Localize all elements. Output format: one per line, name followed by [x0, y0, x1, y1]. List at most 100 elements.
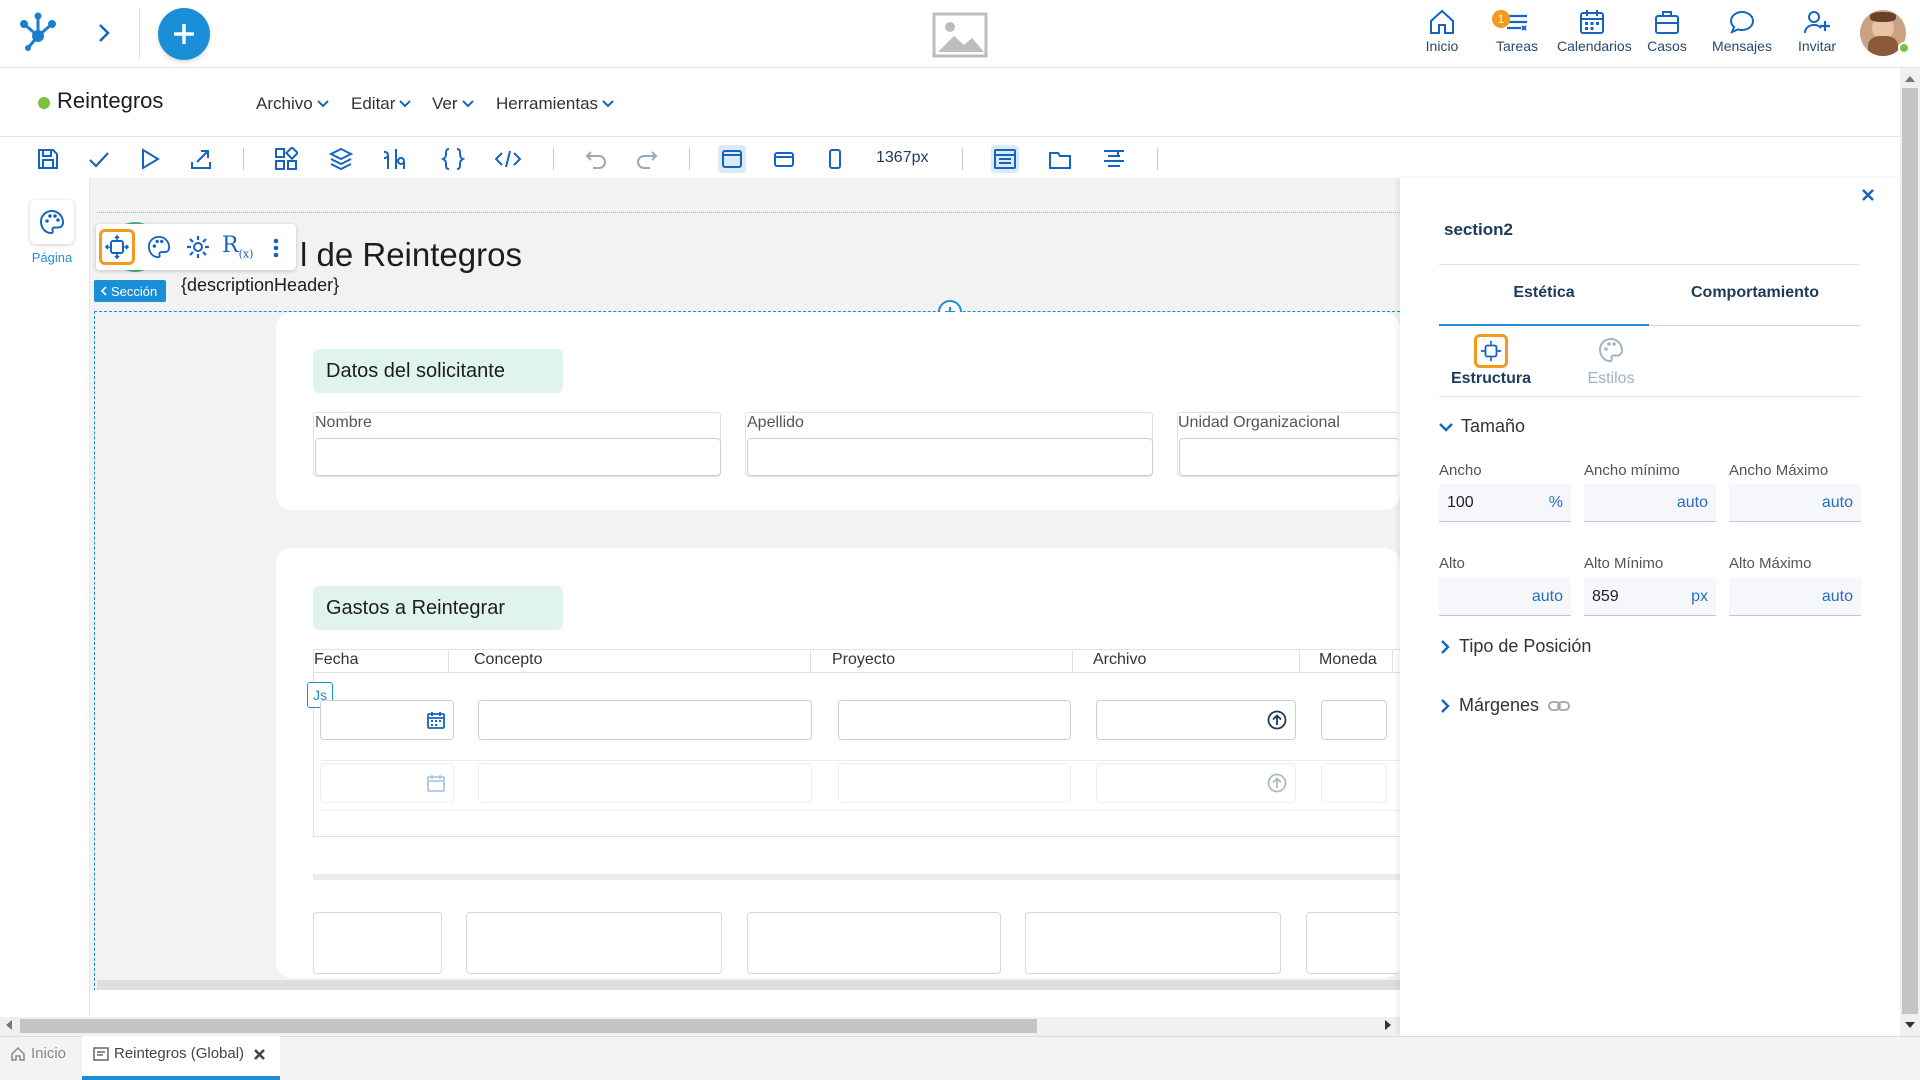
close-panel-button[interactable]: [1861, 188, 1875, 202]
size-section-toggle[interactable]: Tamaño: [1439, 416, 1525, 437]
nav-mensajes-label: Mensajes: [1712, 38, 1772, 54]
nav-casos[interactable]: Casos: [1632, 8, 1702, 54]
tablet-view-button[interactable]: [770, 145, 798, 173]
column-header-proyecto: Proyecto: [832, 651, 896, 668]
home-icon: [1430, 9, 1454, 34]
tabs-icon: [1049, 152, 1071, 169]
ancho-input[interactable]: 100%: [1439, 484, 1571, 522]
nav-tareas-label: Tareas: [1495, 38, 1539, 54]
validate-button[interactable]: [85, 145, 113, 173]
vertical-scrollbar-thumb[interactable]: [1902, 88, 1918, 1014]
section-datos-solicitante[interactable]: [276, 312, 1400, 510]
rules-button[interactable]: [439, 145, 467, 173]
nav-invitar[interactable]: Invitar: [1782, 8, 1852, 54]
structure-subtab-icon-button[interactable]: [1474, 334, 1508, 368]
controls-button[interactable]: [272, 145, 300, 173]
ancho-max-input[interactable]: auto: [1729, 484, 1861, 522]
scroll-right-arrow[interactable]: [1385, 1020, 1391, 1030]
data-button[interactable]: [382, 145, 410, 173]
menu-herramientas[interactable]: Herramientas: [496, 94, 614, 114]
menu-editar[interactable]: Editar: [351, 94, 412, 114]
save-button[interactable]: [34, 145, 62, 173]
tab-comportamiento[interactable]: Comportamiento: [1650, 284, 1860, 302]
scroll-down-arrow[interactable]: [1905, 1022, 1915, 1028]
calendar-icon[interactable]: [427, 711, 445, 729]
horizontal-scrollbar-thumb[interactable]: [20, 1019, 1037, 1033]
subtab-estilos[interactable]: Estilos: [1561, 370, 1661, 388]
desktop-view-button[interactable]: [718, 145, 746, 173]
link-icon[interactable]: [1548, 700, 1570, 712]
rules-tool-button[interactable]: R(x): [222, 233, 256, 263]
alto-input[interactable]: auto: [1439, 578, 1571, 616]
section-selector-tag[interactable]: Sección: [94, 280, 166, 302]
chevron-right-icon[interactable]: [96, 22, 112, 44]
page-settings-button[interactable]: [30, 200, 74, 244]
ancho-min-input[interactable]: auto: [1584, 484, 1716, 522]
export-button[interactable]: [187, 145, 215, 173]
nombre-input[interactable]: [315, 438, 721, 476]
ancho-unit[interactable]: %: [1549, 494, 1563, 512]
subtab-estructura[interactable]: Estructura: [1441, 370, 1541, 388]
code-button[interactable]: [494, 145, 522, 173]
alto-min-input[interactable]: 859 px: [1584, 578, 1716, 616]
margins-section-toggle[interactable]: Márgenes: [1440, 695, 1570, 716]
align-button[interactable]: [1100, 145, 1128, 173]
concepto-input-placeholder: [478, 763, 812, 803]
apellido-input[interactable]: [747, 438, 1153, 476]
column-header-archivo: Archivo: [1093, 651, 1147, 668]
bottom-tab-reintegros-label: Reintegros (Global): [114, 1045, 245, 1062]
fecha-input[interactable]: [320, 700, 454, 740]
moneda-input[interactable]: [1321, 700, 1387, 740]
unidad-input[interactable]: [1179, 438, 1400, 476]
layers-button[interactable]: [327, 145, 355, 173]
nav-tareas[interactable]: Tareas 1: [1482, 8, 1552, 54]
menu-archivo[interactable]: Archivo: [256, 94, 329, 114]
position-section-toggle[interactable]: Tipo de Posición: [1440, 636, 1591, 657]
move-frame-icon: [1480, 340, 1502, 362]
menu-ver[interactable]: Ver: [432, 94, 474, 114]
data-icon: [384, 149, 405, 169]
tab-estetica[interactable]: Estética: [1439, 284, 1649, 302]
proyecto-input[interactable]: [838, 700, 1071, 740]
alto-max-input[interactable]: auto: [1729, 578, 1861, 616]
position-section-title: Tipo de Posición: [1459, 636, 1592, 656]
header-toggle-button[interactable]: [991, 145, 1019, 173]
grid-header-line: [313, 672, 1400, 673]
home-icon: [11, 1046, 25, 1061]
tabs-toggle-button[interactable]: [1046, 145, 1074, 173]
upload-icon[interactable]: [1267, 710, 1287, 730]
add-button[interactable]: [158, 8, 210, 60]
nav-mensajes[interactable]: Mensajes: [1707, 8, 1777, 54]
mobile-view-button[interactable]: [821, 145, 849, 173]
nav-inicio[interactable]: Inicio: [1407, 8, 1477, 54]
undo-icon: [585, 151, 606, 169]
bottom-tab-inicio[interactable]: Inicio: [10, 1045, 66, 1062]
close-icon: [1862, 189, 1874, 201]
nav-calendarios[interactable]: Calendarios: [1557, 8, 1632, 54]
scroll-up-arrow[interactable]: [1905, 76, 1915, 82]
undo-button[interactable]: [582, 145, 610, 173]
totals-cell: [747, 912, 1001, 974]
styles-subtab-icon[interactable]: [1598, 337, 1624, 363]
more-options-button[interactable]: [266, 233, 286, 263]
ancho-max-value: auto: [1821, 493, 1853, 511]
style-tool-button[interactable]: [143, 231, 175, 263]
selected-element-name: section2: [1444, 220, 1513, 239]
concepto-input[interactable]: [478, 700, 812, 740]
braces-icon: [441, 148, 465, 170]
tasks-badge: 1: [1492, 10, 1510, 28]
redo-button[interactable]: [633, 145, 661, 173]
chevron-down-icon: [399, 100, 412, 108]
run-button[interactable]: [136, 145, 164, 173]
close-tab-button[interactable]: [253, 1048, 266, 1061]
structure-tool-button[interactable]: [99, 229, 135, 265]
scroll-left-arrow[interactable]: [6, 1020, 12, 1030]
app-logo-icon[interactable]: [16, 10, 60, 54]
moneda-input-placeholder: [1321, 763, 1387, 803]
behavior-tool-button[interactable]: [182, 231, 214, 263]
archivo-input[interactable]: [1096, 700, 1296, 740]
totals-cell: [1306, 912, 1400, 974]
expenses-grid: [313, 649, 1400, 837]
redo-icon: [637, 151, 658, 169]
alto-min-unit[interactable]: px: [1691, 588, 1708, 606]
